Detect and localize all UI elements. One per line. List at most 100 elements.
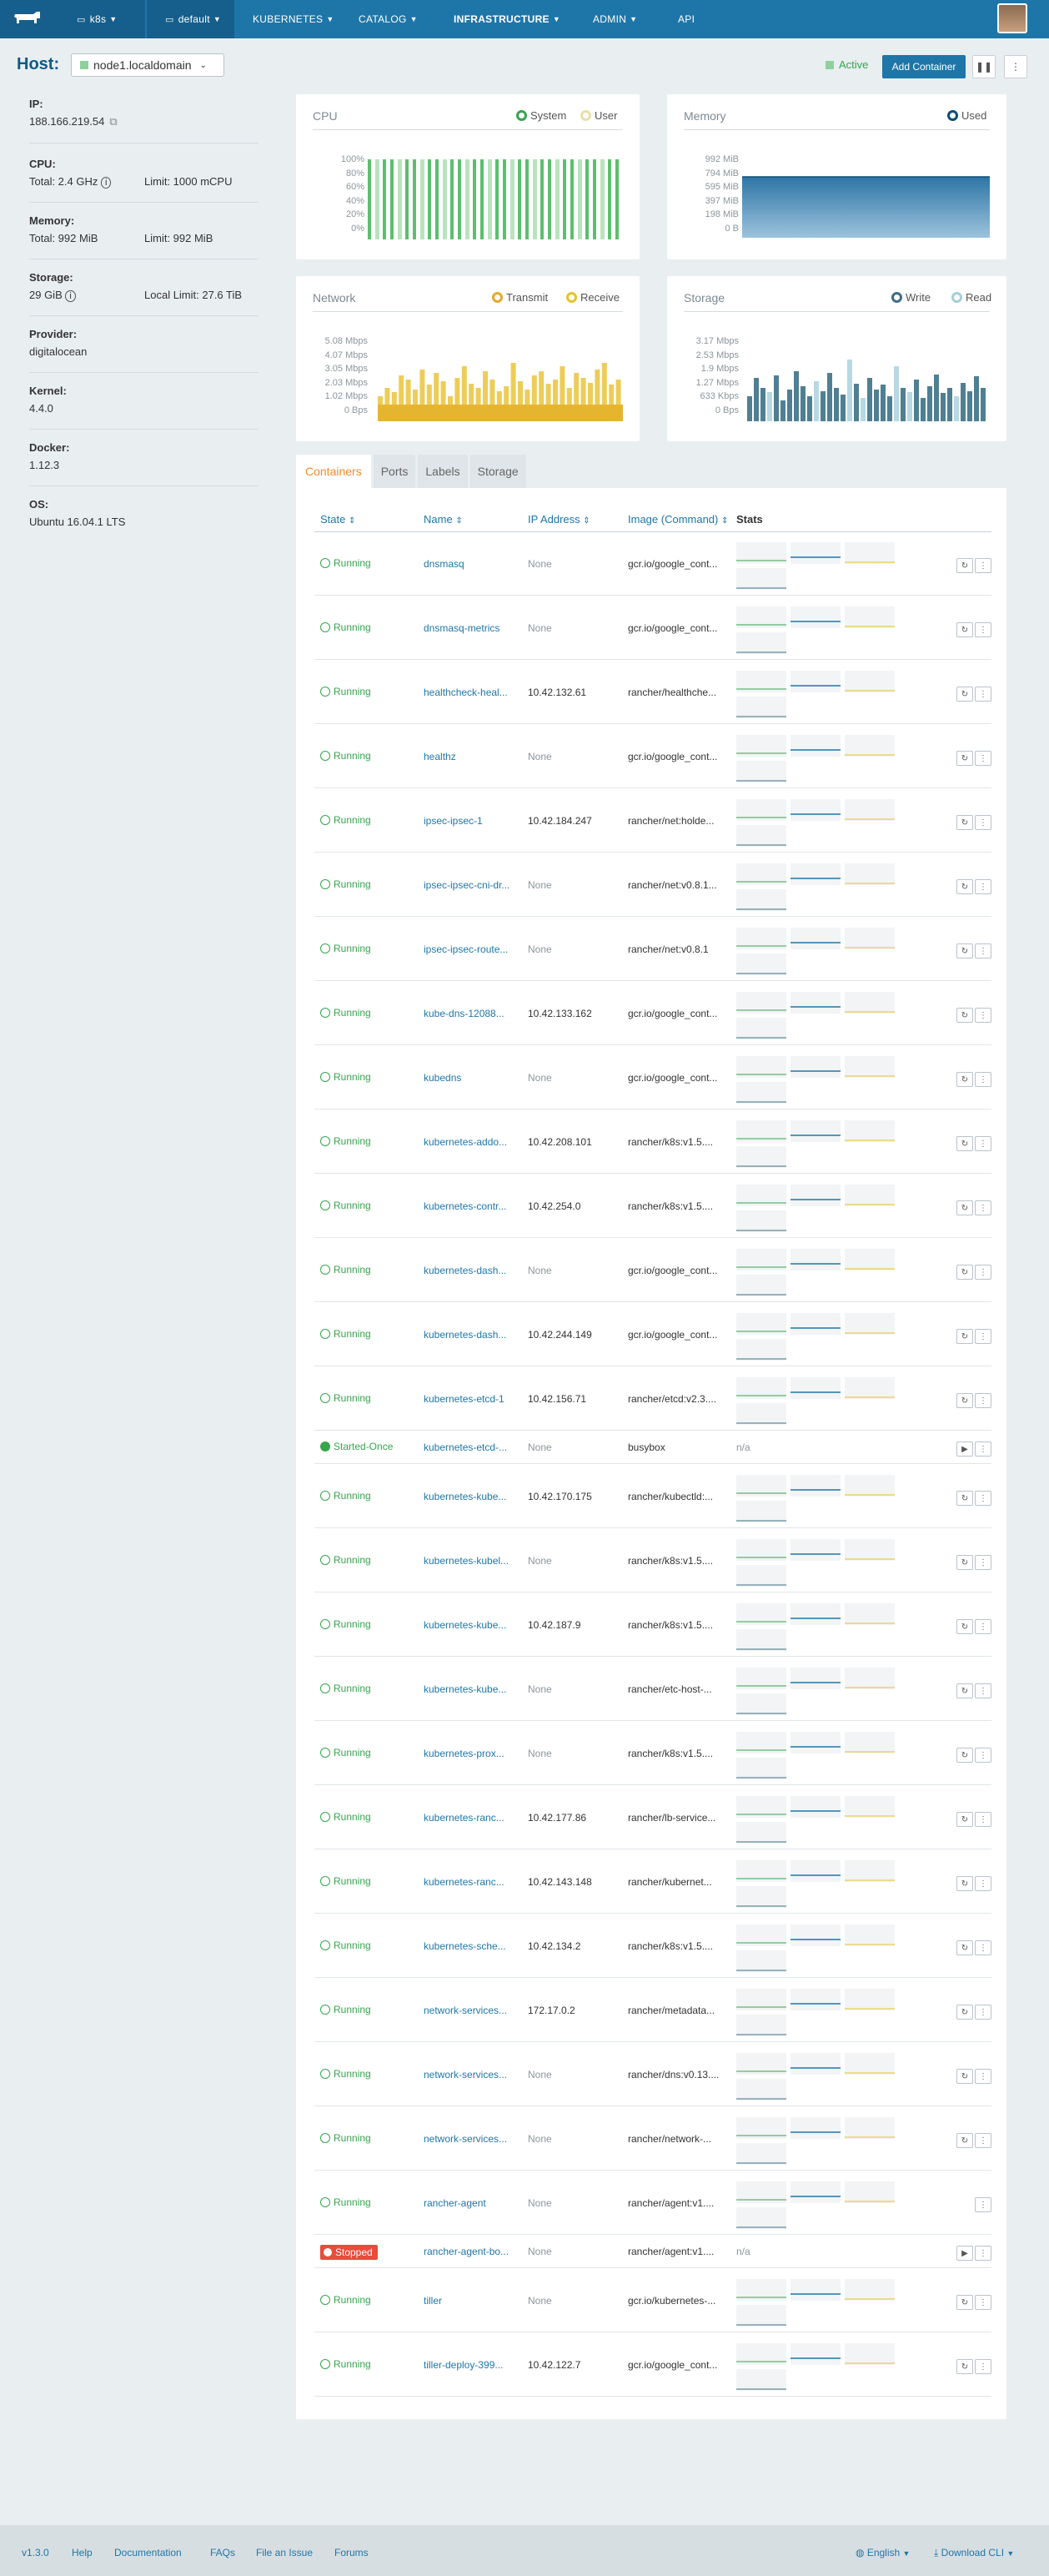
- container-name-link[interactable]: ipsec-ipsec-cni-dr...: [424, 879, 519, 891]
- more-menu-icon[interactable]: ⋮: [975, 2295, 991, 2310]
- more-menu-icon[interactable]: ⋮: [975, 2133, 991, 2148]
- container-name-link[interactable]: network-services...: [424, 2005, 519, 2016]
- container-name-link[interactable]: kubernetes-etcd-...: [424, 1441, 519, 1453]
- play-icon[interactable]: ▶: [956, 2246, 973, 2261]
- more-menu-icon[interactable]: ⋮: [975, 687, 991, 702]
- container-row[interactable]: Running tiller None gcr.io/kubernetes-... ↻ ⋮: [314, 2268, 991, 2332]
- more-menu-icon[interactable]: ⋮: [1004, 55, 1027, 78]
- container-row[interactable]: Running healthz None gcr.io/google_cont... ↻…: [314, 724, 991, 788]
- restart-icon[interactable]: ↻: [956, 1748, 973, 1763]
- container-row[interactable]: Running kubernetes-dash... None gcr.io/goog…: [314, 1238, 991, 1302]
- download-cli-link[interactable]: ⤓ Download CLI ▼: [934, 2547, 1014, 2559]
- container-name-link[interactable]: rancher-agent: [424, 2197, 519, 2209]
- pause-icon[interactable]: ❚❚: [972, 55, 996, 78]
- more-menu-icon[interactable]: ⋮: [975, 751, 991, 766]
- more-menu-icon[interactable]: ⋮: [975, 879, 991, 894]
- more-menu-icon[interactable]: ⋮: [975, 1072, 991, 1087]
- container-name-link[interactable]: kubernetes-ranc...: [424, 1876, 519, 1888]
- container-name-link[interactable]: healthz: [424, 751, 519, 762]
- restart-icon[interactable]: ↻: [956, 1555, 973, 1570]
- nav-kubernetes[interactable]: KUBERNETES ▼: [253, 0, 334, 38]
- storage-legend-read[interactable]: Read: [951, 291, 991, 304]
- container-name-link[interactable]: kubernetes-kube...: [424, 1683, 519, 1695]
- language-selector[interactable]: ◍ English ▼: [856, 2547, 910, 2558]
- user-avatar[interactable]: [997, 3, 1027, 33]
- more-menu-icon[interactable]: ⋮: [975, 1265, 991, 1280]
- container-name-link[interactable]: ipsec-ipsec-1: [424, 815, 519, 827]
- more-menu-icon[interactable]: ⋮: [975, 2069, 991, 2084]
- column-header-image[interactable]: Image (Command) ⇕: [628, 513, 728, 526]
- more-menu-icon[interactable]: ⋮: [975, 2246, 991, 2261]
- container-name-link[interactable]: healthcheck-heal...: [424, 687, 519, 698]
- restart-icon[interactable]: ↻: [956, 1940, 973, 1955]
- more-menu-icon[interactable]: ⋮: [975, 1940, 991, 1955]
- container-row[interactable]: Running ipsec-ipsec-cni-dr... None rancher/…: [314, 853, 991, 917]
- more-menu-icon[interactable]: ⋮: [975, 1329, 991, 1344]
- more-menu-icon[interactable]: ⋮: [975, 1200, 991, 1215]
- container-row[interactable]: Running kubernetes-kube... None rancher/etc…: [314, 1657, 991, 1721]
- container-name-link[interactable]: rancher-agent-bo...: [424, 2246, 519, 2257]
- container-name-link[interactable]: kubernetes-ranc...: [424, 1812, 519, 1824]
- version-link[interactable]: v1.3.0: [22, 2547, 49, 2558]
- restart-icon[interactable]: ↻: [956, 1619, 973, 1634]
- copy-icon[interactable]: ⧉: [109, 115, 117, 128]
- more-menu-icon[interactable]: ⋮: [975, 1683, 991, 1698]
- cpu-legend-user[interactable]: User: [580, 109, 617, 122]
- network-legend-receive[interactable]: Receive: [566, 291, 620, 304]
- more-menu-icon[interactable]: ⋮: [975, 1008, 991, 1023]
- more-menu-icon[interactable]: ⋮: [975, 1491, 991, 1506]
- container-row[interactable]: Running dnsmasq-metrics None gcr.io/google_…: [314, 596, 991, 660]
- more-menu-icon[interactable]: ⋮: [975, 2197, 991, 2212]
- restart-icon[interactable]: ↻: [956, 1265, 973, 1280]
- container-row[interactable]: Running kubernetes-contr... 10.42.254.0 ran…: [314, 1174, 991, 1238]
- container-row[interactable]: Running ipsec-ipsec-route... None rancher/n…: [314, 917, 991, 981]
- container-name-link[interactable]: ipsec-ipsec-route...: [424, 943, 519, 955]
- container-name-link[interactable]: kubernetes-dash...: [424, 1265, 519, 1276]
- container-name-link[interactable]: kubernetes-kubel...: [424, 1555, 519, 1567]
- container-name-link[interactable]: kube-dns-12088...: [424, 1008, 519, 1019]
- restart-icon[interactable]: ↻: [956, 622, 973, 637]
- restart-icon[interactable]: ↻: [956, 1393, 973, 1408]
- restart-icon[interactable]: ↻: [956, 943, 973, 958]
- restart-icon[interactable]: ↻: [956, 687, 973, 702]
- container-row[interactable]: Running kubedns None gcr.io/google_cont... ↻…: [314, 1045, 991, 1109]
- restart-icon[interactable]: ↻: [956, 751, 973, 766]
- more-menu-icon[interactable]: ⋮: [975, 1441, 991, 1457]
- container-row[interactable]: Running kube-dns-12088... 10.42.133.162 gcr…: [314, 981, 991, 1045]
- faqs-link[interactable]: FAQs: [210, 2547, 235, 2558]
- more-menu-icon[interactable]: ⋮: [975, 1555, 991, 1570]
- host-selector[interactable]: node1.localdomain ⌄: [71, 53, 224, 77]
- info-icon[interactable]: i: [65, 290, 76, 302]
- add-container-button[interactable]: Add Container: [882, 55, 966, 78]
- container-name-link[interactable]: tiller-deploy-399...: [424, 2359, 519, 2371]
- restart-icon[interactable]: ↻: [956, 2133, 973, 2148]
- restart-icon[interactable]: ↻: [956, 1876, 973, 1891]
- file-issue-link[interactable]: File an Issue: [256, 2547, 313, 2558]
- container-name-link[interactable]: kubernetes-contr...: [424, 1200, 519, 1212]
- forums-link[interactable]: Forums: [334, 2547, 369, 2558]
- more-menu-icon[interactable]: ⋮: [975, 2005, 991, 2020]
- container-name-link[interactable]: kubernetes-etcd-1: [424, 1393, 519, 1405]
- container-row[interactable]: Running kubernetes-kubel... None rancher/k8…: [314, 1528, 991, 1592]
- container-name-link[interactable]: kubernetes-kube...: [424, 1619, 519, 1631]
- container-row[interactable]: Running ipsec-ipsec-1 10.42.184.247 rancher…: [314, 788, 991, 853]
- environment-selector[interactable]: ▭ default ▼: [147, 0, 234, 38]
- restart-icon[interactable]: ↻: [956, 2359, 973, 2374]
- restart-icon[interactable]: ↻: [956, 558, 973, 573]
- more-menu-icon[interactable]: ⋮: [975, 943, 991, 958]
- container-name-link[interactable]: kubernetes-sche...: [424, 1940, 519, 1952]
- restart-icon[interactable]: ↻: [956, 1329, 973, 1344]
- cpu-legend-system[interactable]: System: [516, 109, 566, 122]
- container-name-link[interactable]: kubernetes-dash...: [424, 1329, 519, 1341]
- nav-api[interactable]: API: [678, 0, 695, 38]
- more-menu-icon[interactable]: ⋮: [975, 1876, 991, 1891]
- more-menu-icon[interactable]: ⋮: [975, 1812, 991, 1827]
- more-menu-icon[interactable]: ⋮: [975, 622, 991, 637]
- more-menu-icon[interactable]: ⋮: [975, 1393, 991, 1408]
- nav-admin[interactable]: ADMIN ▼: [593, 0, 637, 38]
- more-menu-icon[interactable]: ⋮: [975, 1748, 991, 1763]
- container-row[interactable]: Running healthcheck-heal... 10.42.132.61 ra…: [314, 660, 991, 724]
- rancher-logo-icon[interactable]: [0, 0, 55, 38]
- restart-icon[interactable]: ↻: [956, 1072, 973, 1087]
- play-icon[interactable]: ▶: [956, 1441, 973, 1457]
